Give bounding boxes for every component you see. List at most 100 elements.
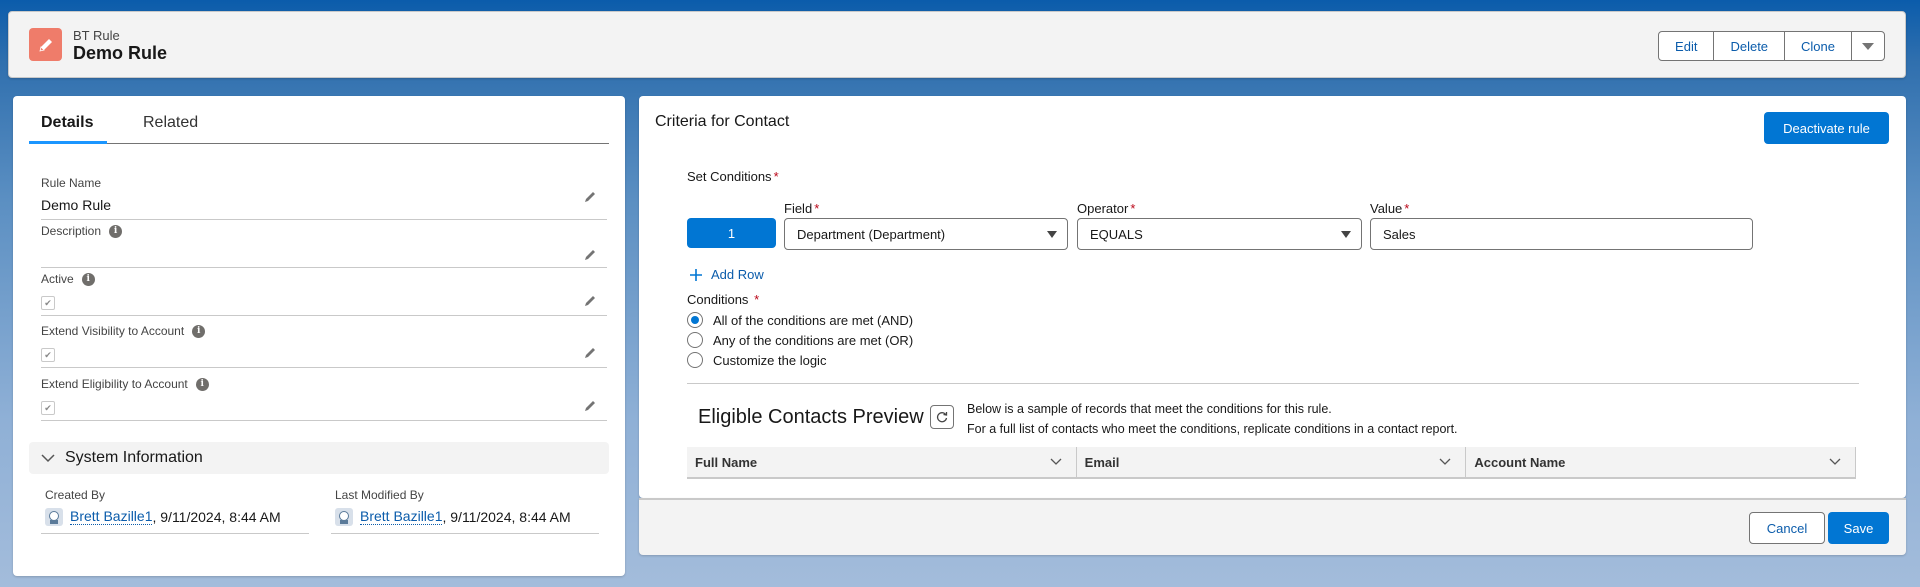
info-icon[interactable]: i [109, 224, 123, 238]
more-actions-button[interactable] [1852, 32, 1884, 60]
radio-button[interactable] [687, 352, 703, 368]
radio-label: Customize the logic [713, 352, 827, 368]
field-value [41, 245, 607, 262]
user-avatar-icon [45, 508, 63, 526]
save-button[interactable]: Save [1828, 512, 1889, 544]
radio-button[interactable] [687, 332, 703, 348]
info-icon[interactable]: i [195, 377, 209, 391]
field-label: Created By [45, 488, 106, 502]
deactivate-rule-button[interactable]: Deactivate rule [1764, 112, 1889, 144]
field-extend-eligibility: Extend Eligibility to Account i ✔ [41, 377, 607, 421]
radio-custom-logic[interactable]: Customize the logic [687, 352, 826, 368]
criteria-title: Criteria for Contact [655, 113, 790, 130]
conditions-label: Conditions * [687, 292, 759, 307]
description-line: For a full list of contacts who meet the… [967, 422, 1458, 436]
user-link[interactable]: Brett Bazille1 [360, 509, 443, 525]
edit-pencil-icon[interactable] [583, 294, 597, 308]
chevron-down-icon [41, 454, 55, 463]
value-input[interactable]: Sales [1370, 218, 1753, 250]
timestamp: , 9/11/2024, 8:44 AM [442, 509, 571, 525]
user-avatar-icon [335, 508, 353, 526]
criteria-panel: Criteria for Contact Deactivate rule Set… [639, 96, 1906, 498]
details-panel: Details Related Rule Name Demo Rule Desc… [13, 96, 625, 576]
extend-eligibility-checkbox: ✔ [41, 401, 55, 415]
field-label: Field * [784, 201, 819, 216]
tab-bar: Details Related [29, 114, 609, 144]
active-checkbox: ✔ [41, 296, 55, 310]
radio-and[interactable]: All of the conditions are met (AND) [687, 312, 913, 328]
add-row-label: Add Row [711, 267, 764, 282]
radio-label: All of the conditions are met (AND) [713, 312, 914, 328]
clone-button[interactable]: Clone [1785, 32, 1852, 60]
last-modified-by-field: Last Modified By Brett Bazille1 , 9/11/2… [331, 488, 599, 534]
cancel-button[interactable]: Cancel [1749, 512, 1825, 544]
created-by-field: Created By Brett Bazille1 , 9/11/2024, 8… [41, 488, 309, 534]
record-header: BT Rule Demo Rule Edit Delete Clone [8, 11, 1906, 78]
selected-value: EQUALS [1090, 226, 1143, 242]
info-icon[interactable]: i [81, 272, 95, 286]
refresh-button[interactable] [930, 405, 954, 429]
input-value: Sales [1383, 226, 1416, 242]
edit-pencil-icon[interactable] [583, 190, 597, 204]
required-marker: * [773, 169, 779, 184]
caret-down-icon [1047, 231, 1057, 238]
field-description: Description i [41, 224, 607, 268]
label-text: Set Conditions [687, 169, 772, 184]
tab-details[interactable]: Details [29, 114, 107, 144]
add-row-button[interactable]: Add Row [689, 267, 764, 282]
operator-select[interactable]: EQUALS [1077, 218, 1362, 250]
record-actions: Edit Delete Clone [1658, 31, 1885, 61]
timestamp: , 9/11/2024, 8:44 AM [152, 509, 281, 525]
required-marker: * [814, 201, 820, 216]
object-type-label: BT Rule [73, 28, 120, 43]
field-rule-name: Rule Name Demo Rule [41, 176, 607, 220]
label-text: Conditions [687, 292, 749, 307]
info-icon[interactable]: i [192, 324, 206, 338]
radio-button[interactable] [687, 312, 703, 328]
field-label: Extend Eligibility to Account [41, 377, 188, 391]
field-label: Description [41, 224, 102, 238]
required-marker: * [1130, 201, 1136, 216]
edit-button[interactable]: Edit [1659, 32, 1715, 60]
column-label: Full Name [695, 454, 758, 470]
pencil-icon [29, 28, 62, 61]
radio-label: Any of the conditions are met (OR) [713, 332, 914, 348]
radio-or[interactable]: Any of the conditions are met (OR) [687, 332, 913, 348]
field-label: Rule Name [41, 176, 102, 190]
record-title: Demo Rule [73, 43, 168, 63]
preview-table-header: Full Name Email Account Name [687, 447, 1857, 479]
edit-pencil-icon[interactable] [583, 248, 597, 262]
delete-button[interactable]: Delete [1714, 32, 1786, 60]
edit-pencil-icon[interactable] [583, 399, 597, 413]
column-full-name[interactable]: Full Name [687, 447, 1077, 477]
system-information-section[interactable]: System Information [29, 442, 609, 474]
field-value: Demo Rule [41, 197, 112, 213]
column-label: Account Name [1474, 454, 1566, 470]
column-label: Email [1084, 454, 1120, 470]
column-email[interactable]: Email [1077, 447, 1467, 477]
label-text: Field [784, 201, 813, 216]
field-label: Active [41, 272, 74, 286]
required-marker: * [754, 292, 760, 307]
chevron-down-icon[interactable] [1439, 456, 1451, 466]
tab-related[interactable]: Related [143, 114, 198, 144]
chevron-down-icon[interactable] [1050, 456, 1062, 466]
extend-visibility-checkbox: ✔ [41, 348, 55, 362]
description-line: Below is a sample of records that meet t… [967, 402, 1332, 416]
chevron-down-icon[interactable] [1829, 456, 1841, 466]
field-active: Active i ✔ [41, 272, 607, 316]
caret-down-icon [1341, 231, 1351, 238]
edit-pencil-icon[interactable] [583, 346, 597, 360]
field-label: Last Modified By [335, 488, 424, 502]
preview-title: Eligible Contacts Preview [698, 406, 924, 428]
divider [687, 383, 1859, 384]
user-link[interactable]: Brett Bazille1 [70, 509, 153, 525]
set-conditions-label: Set Conditions * [687, 169, 779, 184]
label-text: Value [1370, 201, 1403, 216]
column-account-name[interactable]: Account Name [1466, 447, 1857, 477]
field-label: Extend Visibility to Account [41, 324, 185, 338]
label-text: Operator [1077, 201, 1129, 216]
value-label: Value * [1370, 201, 1409, 216]
form-footer: Cancel Save [639, 498, 1906, 555]
field-select[interactable]: Department (Department) [784, 218, 1068, 250]
